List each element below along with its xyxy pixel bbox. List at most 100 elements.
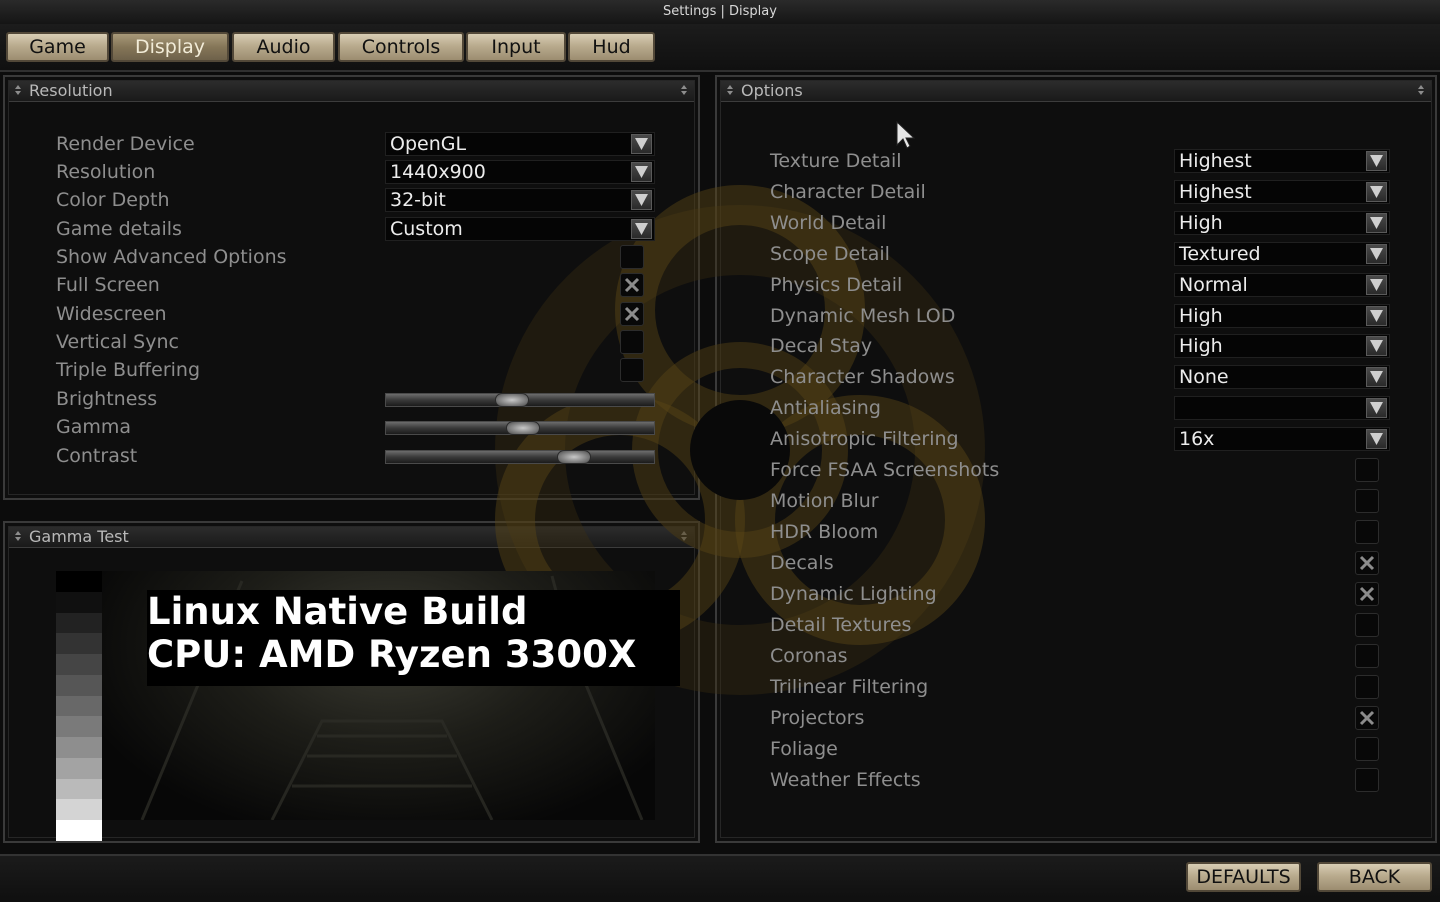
dynamic-lighting-checkbox[interactable] bbox=[1355, 582, 1379, 606]
x-mark-icon bbox=[1359, 586, 1375, 602]
resolution-value: 1440x900 bbox=[390, 161, 486, 183]
tab-audio[interactable]: Audio bbox=[232, 32, 335, 62]
triple-buffering-checkbox[interactable] bbox=[620, 358, 644, 382]
gamma-step bbox=[56, 778, 102, 800]
gamma-step bbox=[56, 591, 102, 613]
hdr-bloom-label: HDR Bloom bbox=[770, 521, 879, 543]
motion-blur-checkbox[interactable] bbox=[1355, 489, 1379, 513]
collapse-icon[interactable] bbox=[1418, 85, 1425, 97]
world-detail-dropdown[interactable]: High bbox=[1174, 211, 1390, 235]
texture-detail-label: Texture Detail bbox=[770, 150, 902, 172]
chevron-down-icon[interactable] bbox=[1366, 306, 1387, 326]
dynamic-mesh-lod-dropdown[interactable]: High bbox=[1174, 304, 1390, 328]
antialiasing-label: Antialiasing bbox=[770, 397, 881, 419]
brightness-slider[interactable] bbox=[385, 393, 655, 407]
gamma-grayscale-strip bbox=[56, 571, 102, 841]
antialiasing-dropdown[interactable] bbox=[1174, 396, 1390, 420]
motion-blur-label: Motion Blur bbox=[770, 490, 879, 512]
gamma-panel-header[interactable]: Gamma Test bbox=[9, 527, 694, 548]
panel-title: Options bbox=[741, 81, 803, 100]
chevron-down-icon[interactable] bbox=[1366, 429, 1387, 449]
force-fsaa-screenshots-checkbox[interactable] bbox=[1355, 458, 1379, 482]
tab-display[interactable]: Display bbox=[111, 32, 229, 62]
gamma-step bbox=[56, 571, 102, 592]
chevron-down-icon[interactable] bbox=[631, 134, 652, 154]
chevron-down-icon[interactable] bbox=[631, 219, 652, 239]
widescreen-checkbox[interactable] bbox=[620, 302, 644, 326]
physics-detail-dropdown[interactable]: Normal bbox=[1174, 273, 1390, 297]
chevron-down-icon[interactable] bbox=[1366, 213, 1387, 233]
chevron-down-icon[interactable] bbox=[631, 162, 652, 182]
panel-title: Gamma Test bbox=[29, 527, 129, 546]
window-title: Settings | Display bbox=[0, 0, 1440, 24]
contrast-label: Contrast bbox=[56, 445, 138, 467]
chevron-down-icon[interactable] bbox=[1366, 398, 1387, 418]
gamma-label: Gamma bbox=[56, 416, 132, 438]
color-depth-dropdown[interactable]: 32-bit bbox=[385, 188, 655, 212]
contrast-slider[interactable] bbox=[385, 450, 655, 464]
x-mark-icon bbox=[624, 306, 640, 322]
tab-input[interactable]: Input bbox=[466, 32, 566, 62]
decal-stay-label: Decal Stay bbox=[770, 335, 873, 357]
gamma-step bbox=[56, 654, 102, 675]
slider-thumb[interactable] bbox=[556, 450, 591, 464]
world-detail-value: High bbox=[1179, 212, 1223, 234]
x-mark-icon bbox=[1359, 555, 1375, 571]
world-detail-label: World Detail bbox=[770, 212, 887, 234]
vertical-sync-checkbox[interactable] bbox=[620, 330, 644, 354]
collapse-icon[interactable] bbox=[15, 85, 22, 97]
trilinear-filtering-checkbox[interactable] bbox=[1355, 675, 1379, 699]
show-advanced-options-checkbox[interactable] bbox=[620, 245, 644, 269]
chevron-down-icon[interactable] bbox=[631, 190, 652, 210]
projectors-label: Projectors bbox=[770, 707, 865, 729]
collapse-icon[interactable] bbox=[681, 531, 688, 543]
scope-detail-dropdown[interactable]: Textured bbox=[1174, 242, 1390, 266]
projectors-checkbox[interactable] bbox=[1355, 706, 1379, 730]
dynamic-lighting-label: Dynamic Lighting bbox=[770, 583, 937, 605]
triple-buffering-label: Triple Buffering bbox=[56, 359, 201, 381]
coronas-checkbox[interactable] bbox=[1355, 644, 1379, 668]
chevron-down-icon[interactable] bbox=[1366, 244, 1387, 264]
decals-label: Decals bbox=[770, 552, 834, 574]
tab-controls[interactable]: Controls bbox=[338, 32, 464, 62]
gamma-step bbox=[56, 633, 102, 654]
decals-checkbox[interactable] bbox=[1355, 551, 1379, 575]
gamma-step bbox=[56, 737, 102, 758]
character-shadows-dropdown[interactable]: None bbox=[1174, 365, 1390, 389]
render-device-dropdown[interactable]: OpenGL bbox=[385, 132, 655, 156]
mouse-cursor-icon bbox=[896, 121, 916, 149]
chevron-down-icon[interactable] bbox=[1366, 275, 1387, 295]
gamma-step bbox=[56, 695, 102, 717]
collapse-icon[interactable] bbox=[15, 531, 22, 543]
weather-effects-checkbox[interactable] bbox=[1355, 768, 1379, 792]
slider-thumb[interactable] bbox=[494, 393, 529, 407]
resolution-panel-header[interactable]: Resolution bbox=[9, 81, 694, 102]
texture-detail-dropdown[interactable]: Highest bbox=[1174, 149, 1390, 173]
character-detail-dropdown[interactable]: Highest bbox=[1174, 180, 1390, 204]
tab-game[interactable]: Game bbox=[6, 32, 109, 62]
chevron-down-icon[interactable] bbox=[1366, 336, 1387, 356]
collapse-icon[interactable] bbox=[681, 85, 688, 97]
brightness-label: Brightness bbox=[56, 388, 158, 410]
cpu-line: CPU: AMD Ryzen 3300X bbox=[147, 633, 637, 676]
build-line: Linux Native Build bbox=[147, 590, 528, 633]
tab-hud[interactable]: Hud bbox=[568, 32, 655, 62]
chevron-down-icon[interactable] bbox=[1366, 151, 1387, 171]
full-screen-checkbox[interactable] bbox=[620, 273, 644, 297]
chevron-down-icon[interactable] bbox=[1366, 182, 1387, 202]
chevron-down-icon[interactable] bbox=[1366, 367, 1387, 387]
decal-stay-dropdown[interactable]: High bbox=[1174, 334, 1390, 358]
game-details-dropdown[interactable]: Custom bbox=[385, 217, 655, 241]
slider-thumb[interactable] bbox=[505, 421, 540, 435]
foliage-checkbox[interactable] bbox=[1355, 737, 1379, 761]
gamma-slider[interactable] bbox=[385, 421, 655, 435]
defaults-button[interactable]: DEFAULTS bbox=[1186, 862, 1301, 892]
options-panel-header[interactable]: Options bbox=[721, 81, 1431, 102]
resolution-dropdown[interactable]: 1440x900 bbox=[385, 160, 655, 184]
anisotropic-filtering-dropdown[interactable]: 16x bbox=[1174, 427, 1390, 451]
collapse-icon[interactable] bbox=[727, 85, 734, 97]
back-button[interactable]: BACK bbox=[1317, 862, 1432, 892]
hdr-bloom-checkbox[interactable] bbox=[1355, 520, 1379, 544]
gamma-step bbox=[56, 612, 102, 634]
detail-textures-checkbox[interactable] bbox=[1355, 613, 1379, 637]
